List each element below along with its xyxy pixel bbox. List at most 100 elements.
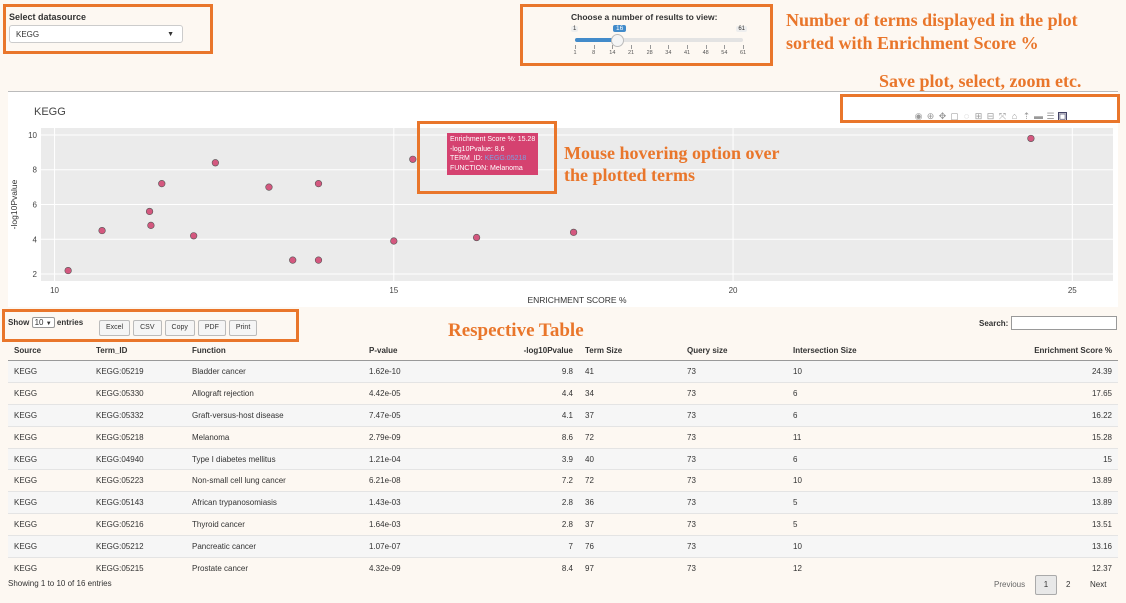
cell-p-value: 1.64e-03 xyxy=(363,513,443,536)
table-header-row: Source Term_ID Function P-value -log10Pv… xyxy=(8,340,1118,361)
cell-term-id[interactable]: KEGG:05143 xyxy=(90,491,186,514)
column-header-term-size[interactable]: Term Size xyxy=(579,340,681,361)
cell-log10pvalue: 9.8 xyxy=(443,360,579,383)
datasource-select[interactable]: KEGG ▼ xyxy=(9,25,183,43)
tooltip-line1: Enrichment Score %: 15.28 xyxy=(450,136,536,143)
cell-intersection-size: 10 xyxy=(787,535,939,558)
cell-log10pvalue: 8.4 xyxy=(443,557,579,579)
cell-source: KEGG xyxy=(8,513,90,536)
data-point[interactable] xyxy=(570,228,578,236)
cell-term-id[interactable]: KEGG:05332 xyxy=(90,403,186,427)
slider-tick-label: 61 xyxy=(739,50,747,56)
cell-term-size: 41 xyxy=(579,360,681,383)
search-input[interactable] xyxy=(1011,316,1117,330)
cell-source: KEGG xyxy=(8,360,90,383)
column-header-query-size[interactable]: Query size xyxy=(681,340,787,361)
data-point[interactable] xyxy=(145,207,154,216)
cell-intersection-size: 6 xyxy=(787,447,939,470)
cell-term-size: 37 xyxy=(579,403,681,427)
cell-source: KEGG xyxy=(8,469,90,492)
data-point[interactable] xyxy=(409,155,417,163)
tooltip-line4: FUNCTION: Melanoma xyxy=(450,164,523,172)
chevron-down-icon: ▼ xyxy=(45,321,52,327)
table-row: KEGG KEGG:05332 Graft-versus-host disease 7… xyxy=(8,403,1118,427)
column-header-p-value[interactable]: P-value xyxy=(363,340,443,361)
cell-log10pvalue: 3.9 xyxy=(443,447,579,470)
column-header-term-id[interactable]: Term_ID xyxy=(90,340,186,361)
data-point[interactable] xyxy=(289,256,297,264)
cell-term-id[interactable]: KEGG:05218 xyxy=(90,425,186,449)
pager-previous-button[interactable]: Previous xyxy=(994,580,1025,589)
cell-query-size: 73 xyxy=(681,513,787,536)
cell-term-id[interactable]: KEGG:05330 xyxy=(90,381,186,405)
data-point[interactable] xyxy=(147,221,155,229)
data-point[interactable] xyxy=(390,237,398,245)
data-point[interactable] xyxy=(158,180,166,188)
slider-widget[interactable]: 1 61 16 1 8 14 21 28 34 41 48 54 61 xyxy=(571,25,747,61)
data-point[interactable] xyxy=(265,183,273,191)
print-button[interactable]: Print xyxy=(228,320,258,336)
cell-term-id[interactable]: KEGG:05215 xyxy=(90,557,186,579)
column-header-source[interactable]: Source xyxy=(8,340,90,361)
data-point[interactable] xyxy=(472,233,481,242)
table-row: KEGG KEGG:05223 Non-small cell lung cancer… xyxy=(8,469,1118,492)
pager-page-2-button[interactable]: 2 xyxy=(1066,580,1070,589)
slider-tick-label: 8 xyxy=(592,50,596,56)
cell-log10pvalue: 4.4 xyxy=(443,381,579,405)
cell-term-id[interactable]: KEGG:04940 xyxy=(90,447,186,470)
column-header-enrichment-score[interactable]: Enrichment Score % xyxy=(939,340,1118,361)
cell-query-size: 73 xyxy=(681,535,787,558)
results-table: Source Term_ID Function P-value -log10Pv… xyxy=(8,340,1118,579)
excel-button[interactable]: Excel xyxy=(99,320,131,336)
table-row: KEGG KEGG:05216 Thyroid cancer 1.64e-03 2.8 3… xyxy=(8,513,1118,536)
cell-enrichment-score: 13.16 xyxy=(939,535,1118,558)
cell-term-size: 40 xyxy=(579,447,681,470)
data-point[interactable] xyxy=(64,266,72,275)
slider-tick-label: 1 xyxy=(573,50,577,56)
pager-next-button[interactable]: Next xyxy=(1090,580,1106,589)
cell-term-id[interactable]: KEGG:05219 xyxy=(90,360,186,383)
scatter-plot[interactable]: 2 4 6 8 10 10 15 20 25 ENRICHMENT SCORE % -log10Pv… xyxy=(8,92,1118,307)
cell-query-size: 73 xyxy=(681,381,787,405)
cell-query-size: 73 xyxy=(681,447,787,470)
data-point[interactable] xyxy=(190,232,198,240)
table-row: KEGG KEGG:05212 Pancreatic cancer 1.07e-07 7… xyxy=(8,535,1118,558)
cell-enrichment-score: 13.51 xyxy=(939,513,1118,536)
data-point[interactable] xyxy=(314,180,323,188)
copy-button[interactable]: Copy xyxy=(164,320,195,336)
cell-term-size: 76 xyxy=(579,535,681,558)
cell-log10pvalue: 7.2 xyxy=(443,469,579,492)
cell-intersection-size: 11 xyxy=(787,425,939,449)
data-point[interactable] xyxy=(211,159,219,167)
cell-intersection-size: 12 xyxy=(787,557,939,579)
cell-intersection-size: 10 xyxy=(787,360,939,383)
tooltip-term-label: TERM_ID: xyxy=(450,155,483,162)
cell-p-value: 7.47e-05 xyxy=(363,403,443,427)
cell-term-id[interactable]: KEGG:05223 xyxy=(90,469,186,492)
data-point[interactable] xyxy=(314,256,323,264)
table-row: KEGG KEGG:05219 Bladder cancer 1.62e-10 9.8 4… xyxy=(8,360,1118,383)
cell-enrichment-score: 12.37 xyxy=(939,557,1118,579)
show-label: Show xyxy=(8,318,30,327)
data-point[interactable] xyxy=(98,226,106,235)
entries-select[interactable]: 10 ▼ xyxy=(31,317,55,328)
annotation-terms-line1: Number of terms displayed in the plot xyxy=(786,10,1078,30)
table-row: KEGG KEGG:04940 Type I diabetes mellitus 1.… xyxy=(8,447,1118,470)
annotation-toolbar: Save plot, select, zoom etc. xyxy=(879,71,1082,91)
cell-enrichment-score: 15.28 xyxy=(939,425,1118,449)
column-header-log10pvalue[interactable]: -log10Pvalue xyxy=(443,340,579,361)
cell-intersection-size: 6 xyxy=(787,381,939,405)
pdf-button[interactable]: PDF xyxy=(197,320,226,336)
cell-term-id[interactable]: KEGG:05212 xyxy=(90,535,186,558)
cell-term-size: 72 xyxy=(579,469,681,492)
tooltip-term-value: KEGG:05218 xyxy=(484,155,527,162)
column-header-function[interactable]: Function xyxy=(186,340,363,361)
csv-button[interactable]: CSV xyxy=(133,320,162,336)
cell-log10pvalue: 8.6 xyxy=(443,425,579,449)
pager-page-1-button[interactable]: 1 xyxy=(1035,575,1057,595)
table-row: KEGG KEGG:05218 Melanoma 2.79e-09 8.6 72 73 11 1… xyxy=(8,425,1118,449)
cell-source: KEGG xyxy=(8,381,90,405)
column-header-intersection-size[interactable]: Intersection Size xyxy=(787,340,939,361)
data-point[interactable] xyxy=(1027,134,1035,143)
cell-term-id[interactable]: KEGG:05216 xyxy=(90,513,186,536)
